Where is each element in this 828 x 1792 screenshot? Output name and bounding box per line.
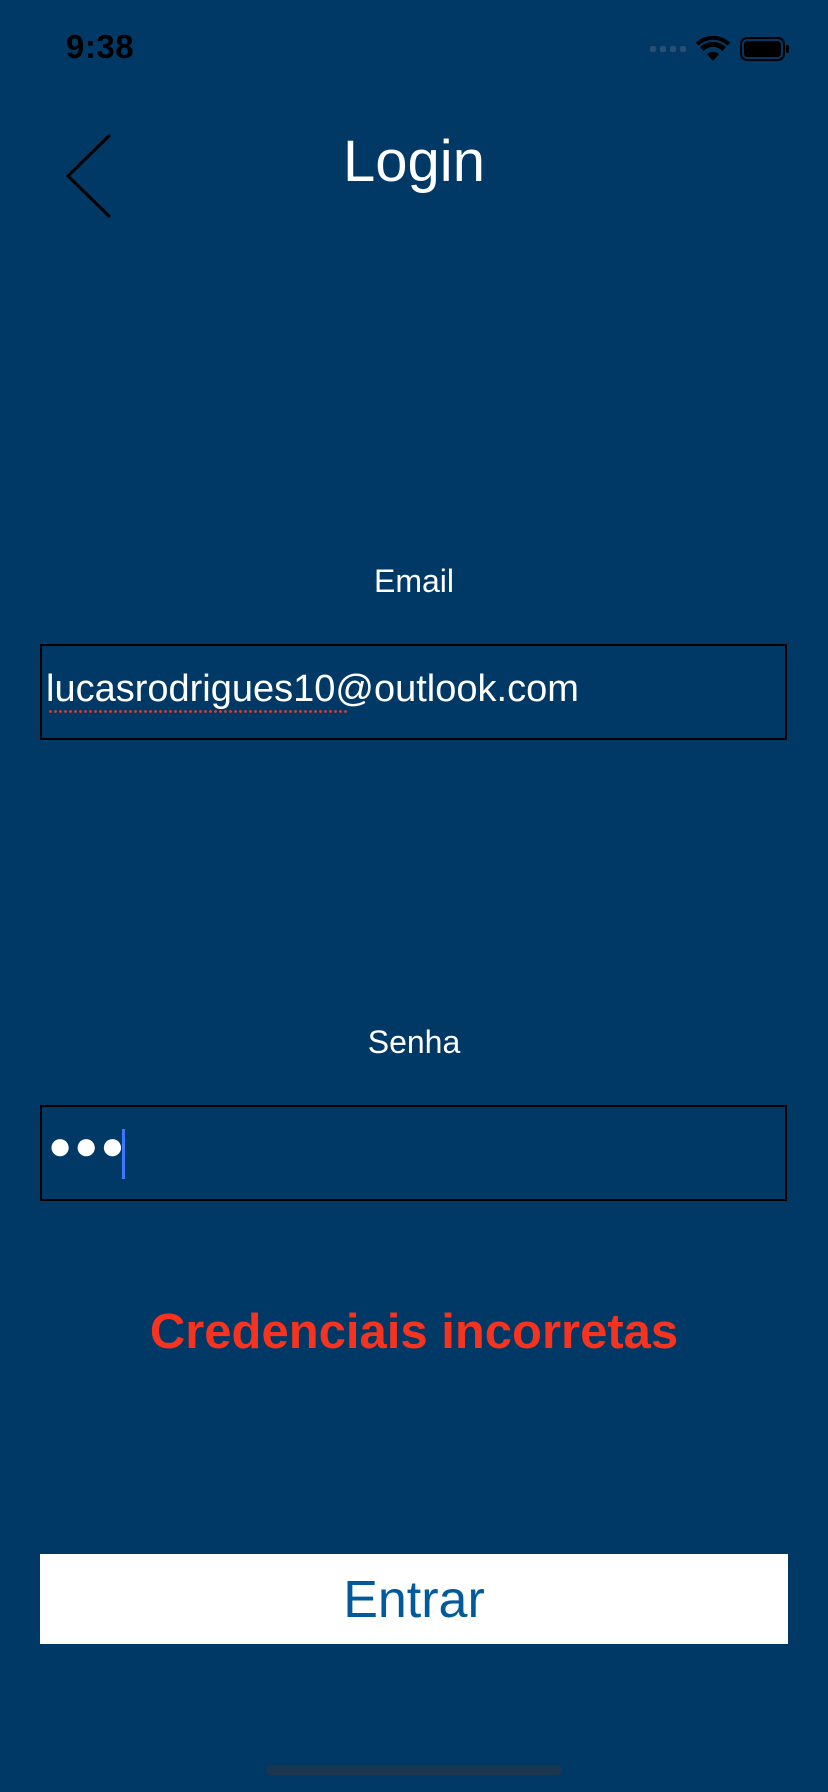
- spellcheck-underline: [48, 710, 348, 713]
- login-button[interactable]: Entrar: [40, 1554, 788, 1644]
- password-masked-value: ●●●: [48, 1124, 127, 1168]
- battery-icon: [740, 37, 789, 61]
- password-field[interactable]: ●●●: [40, 1105, 787, 1201]
- error-message: Credenciais incorretas: [149, 1305, 679, 1359]
- page-title: Login: [343, 129, 485, 194]
- email-label: Email: [373, 563, 454, 599]
- email-value: lucasrodrigues10@outlook.com: [46, 668, 579, 710]
- login-screen: 9:38 Login Email lucasrodrigues10@outloo…: [0, 0, 828, 1792]
- email-field[interactable]: lucasrodrigues10@outlook.com: [40, 644, 787, 740]
- status-icons: [650, 34, 790, 64]
- home-indicator[interactable]: [266, 1765, 562, 1775]
- text-cursor: [122, 1129, 125, 1179]
- cellular-signal-icon: [650, 46, 686, 52]
- password-label: Senha: [367, 1024, 461, 1060]
- wifi-icon: [696, 36, 730, 61]
- status-time: 9:38: [66, 28, 135, 65]
